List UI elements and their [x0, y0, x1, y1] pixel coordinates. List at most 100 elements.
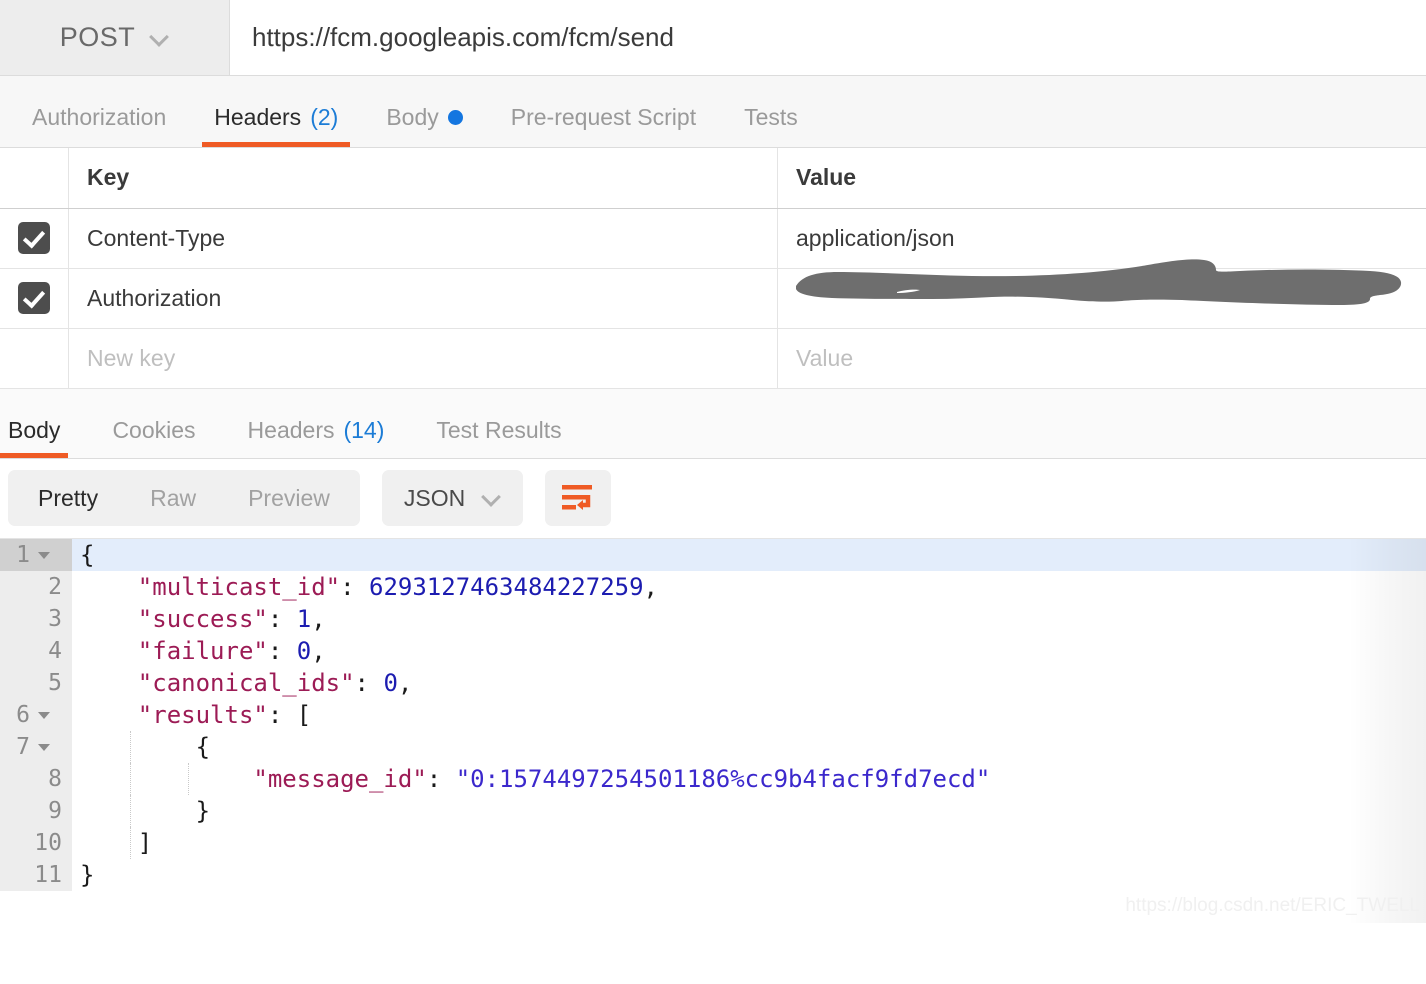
code-token-pnc: , — [397, 668, 413, 697]
tab-tests[interactable]: Tests — [720, 104, 822, 147]
view-mode-raw[interactable]: Raw — [124, 470, 222, 526]
response-tab-cookies-label: Cookies — [112, 416, 196, 443]
header-key-input[interactable]: Content-Type — [69, 225, 777, 252]
code-line-row[interactable]: 3 "success": 1, — [0, 602, 1426, 635]
row-value-cell[interactable] — [777, 258, 1426, 329]
chevron-down-icon — [151, 29, 169, 47]
code-line-content: "failure": 0, — [72, 635, 1426, 667]
view-mode-preview[interactable]: Preview — [222, 470, 356, 526]
row-key-cell[interactable]: Authorization — [68, 268, 778, 329]
code-token-pnc: : — [426, 764, 456, 793]
code-token-pnc: , — [311, 636, 326, 665]
response-tab-test-results[interactable]: Test Results — [410, 417, 587, 458]
header-value-input[interactable]: application/json — [778, 225, 1426, 252]
response-tab-body[interactable]: Body — [0, 417, 86, 458]
code-line-content: } — [72, 859, 1426, 891]
url-input[interactable]: https://fcm.googleapis.com/fcm/send — [230, 0, 1426, 75]
indent-guide — [130, 762, 132, 795]
row-checkbox-cell-empty — [0, 328, 69, 389]
code-line-row[interactable]: 2 "multicast_id": 6293127463484227259, — [0, 570, 1426, 603]
tab-body[interactable]: Body — [362, 104, 486, 147]
fold-triangle-icon[interactable] — [38, 551, 50, 559]
line-number-gutter: 6 — [0, 698, 72, 731]
checkbox-checked-icon[interactable] — [18, 282, 50, 314]
code-line-content: { — [72, 538, 1426, 571]
response-format-selector[interactable]: JSON — [381, 470, 524, 526]
code-line-content: "canonical_ids": 0, — [72, 667, 1426, 699]
column-header-key: Key — [87, 164, 130, 191]
column-header-value: Value — [796, 164, 857, 191]
tab-headers-count: (2) — [310, 104, 339, 130]
fold-triangle-icon[interactable] — [38, 743, 50, 751]
code-token-k: "message_id" — [253, 764, 427, 793]
code-line-row[interactable]: 11} — [0, 858, 1426, 891]
code-token-num: 0 — [296, 636, 312, 665]
tab-authorization-label: Authorization — [32, 104, 167, 130]
row-checkbox-cell[interactable] — [0, 208, 69, 269]
response-tab-body-label: Body — [8, 416, 61, 443]
fold-triangle-icon[interactable] — [38, 711, 50, 719]
view-mode-pretty[interactable]: Pretty — [12, 470, 124, 526]
code-line-content: ] — [72, 826, 1426, 859]
line-number-gutter: 10 — [0, 826, 72, 859]
code-line-row[interactable]: 4 "failure": 0, — [0, 634, 1426, 667]
table-row-new: New key Value — [0, 328, 1426, 389]
line-number-gutter: 2 — [0, 570, 72, 603]
tab-headers-label: Headers — [214, 104, 302, 130]
chevron-down-icon — [483, 489, 501, 507]
response-tab-headers[interactable]: Headers (14) — [222, 417, 411, 458]
code-line-row[interactable]: 9 } — [0, 794, 1426, 827]
code-token-k: "canonical_ids" — [137, 668, 355, 697]
response-tab-cookies[interactable]: Cookies — [86, 417, 221, 458]
line-number-gutter: 8 — [0, 762, 72, 795]
header-key-input[interactable]: Authorization — [69, 285, 777, 312]
checkbox-wrap — [0, 222, 68, 254]
response-body-code-viewer[interactable]: 1{2 "multicast_id": 6293127463484227259,… — [0, 538, 1426, 923]
code-line-row[interactable]: 1{ — [0, 538, 1426, 571]
code-token-k: "results" — [137, 700, 268, 729]
new-value-input[interactable]: Value — [778, 345, 1426, 372]
code-line-row[interactable]: 5 "canonical_ids": 0, — [0, 666, 1426, 699]
header-cell-value: Value — [777, 148, 1426, 209]
tab-tests-label: Tests — [744, 104, 798, 130]
line-number-gutter: 9 — [0, 794, 72, 827]
code-token-str: "0:1574497254501186%cc9b4facf9fd7ecd" — [455, 764, 991, 793]
response-format-label: JSON — [403, 484, 466, 511]
row-checkbox-cell[interactable] — [0, 268, 69, 329]
line-number-gutter: 11 — [0, 858, 72, 891]
row-value-cell[interactable]: application/json — [777, 208, 1426, 269]
code-line-row[interactable]: 7 { — [0, 730, 1426, 763]
table-row: Content-Type application/json — [0, 208, 1426, 269]
code-token-k: "multicast_id" — [137, 572, 341, 601]
row-key-cell-new[interactable]: New key — [68, 328, 778, 389]
code-line-content: "multicast_id": 6293127463484227259, — [72, 571, 1426, 603]
line-number-gutter: 7 — [0, 730, 72, 763]
code-line-row[interactable]: 8 "message_id": "0:1574497254501186%cc9b… — [0, 762, 1426, 795]
headers-table: Key Value Content-Type application/json … — [0, 148, 1426, 389]
code-token-pnc: } — [195, 796, 211, 825]
line-number-gutter: 5 — [0, 666, 72, 699]
code-line-row[interactable]: 10 ] — [0, 826, 1426, 859]
row-value-cell-new[interactable]: Value — [777, 328, 1426, 389]
http-method-label: POST — [59, 22, 136, 52]
tab-authorization[interactable]: Authorization — [8, 104, 190, 147]
code-line-content: "message_id": "0:1574497254501186%cc9b4f… — [72, 762, 1426, 795]
checkbox-checked-icon[interactable] — [18, 222, 50, 254]
row-key-cell[interactable]: Content-Type — [68, 208, 778, 269]
new-key-input[interactable]: New key — [69, 345, 777, 372]
header-cell-checkbox — [0, 148, 69, 209]
tab-headers[interactable]: Headers (2) — [190, 104, 362, 147]
word-wrap-button[interactable] — [545, 470, 612, 526]
word-wrap-icon — [562, 485, 593, 510]
code-line-row[interactable]: 6 "results": [ — [0, 698, 1426, 731]
indent-guide — [130, 826, 132, 859]
line-number-gutter: 3 — [0, 602, 72, 635]
http-method-selector[interactable]: POST — [0, 0, 230, 75]
code-token-num: 0 — [383, 668, 398, 697]
code-token-pnc: { — [195, 732, 211, 761]
table-row: Authorization — [0, 258, 1426, 329]
tab-pre-request-script[interactable]: Pre-request Script — [487, 104, 720, 147]
code-token-num: 6293127463484227259 — [369, 572, 644, 601]
code-token-pnc: ] — [137, 828, 153, 857]
code-token-pnc: : — [267, 636, 297, 665]
